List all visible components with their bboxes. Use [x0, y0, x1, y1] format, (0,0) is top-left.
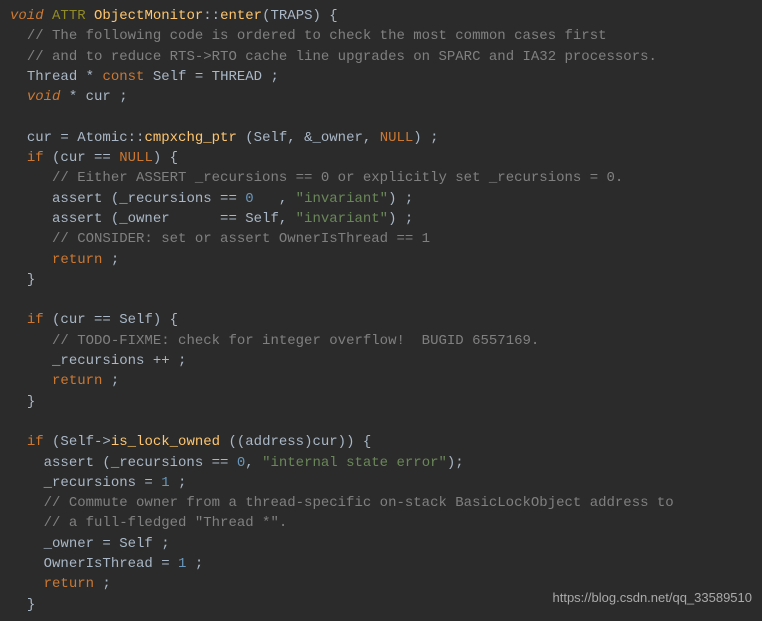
keyword-void: void [27, 89, 61, 105]
args-end: ) ; [413, 130, 438, 146]
keyword-const: const [102, 69, 144, 85]
fn-enter: enter [220, 8, 262, 24]
keyword-if: if [27, 312, 44, 328]
comment: // a full-fledged "Thread *". [44, 515, 288, 531]
comment: // The following code is ordered to chec… [27, 28, 607, 44]
string-literal: "internal state error" [262, 455, 447, 471]
number-literal: 0 [245, 191, 253, 207]
assert-end: ); [447, 455, 464, 471]
assert-end: ) ; [388, 191, 413, 207]
watermark-text: https://blog.csdn.net/qq_33589510 [553, 589, 753, 608]
cond-end: ) { [153, 150, 178, 166]
stmt: _recursions = [44, 475, 162, 491]
semi: ; [170, 475, 187, 491]
comment: // TODO-FIXME: check for integer overflo… [52, 333, 539, 349]
semi: ; [186, 556, 203, 572]
number-literal: 1 [161, 475, 169, 491]
decl-self: Self = THREAD ; [144, 69, 278, 85]
keyword-return: return [52, 252, 102, 268]
assert-sep: , [245, 455, 262, 471]
param-traps: TRAPS [270, 8, 312, 24]
stmt: _owner = Self ; [44, 536, 170, 552]
keyword-if: if [27, 434, 44, 450]
macro-attr: ATTR [52, 8, 86, 24]
assign-cur: cur = Atomic:: [27, 130, 145, 146]
cond: (cur == [44, 150, 120, 166]
assert-call: assert (_owner == Self, [52, 211, 296, 227]
paren-close-brace: ) { [313, 8, 338, 24]
semi: ; [94, 576, 111, 592]
class-name: ObjectMonitor [94, 8, 203, 24]
number-literal: 0 [237, 455, 245, 471]
cond: (cur == Self) { [44, 312, 178, 328]
brace-close: } [27, 597, 35, 613]
assert-call: assert (_recursions == [52, 191, 245, 207]
cond-end: ((address)cur)) { [220, 434, 371, 450]
comment: // and to reduce RTS->RTO cache line upg… [27, 49, 657, 65]
comment: // Either ASSERT _recursions == 0 or exp… [52, 170, 623, 186]
keyword-if: if [27, 150, 44, 166]
cond: (Self-> [44, 434, 111, 450]
semi: ; [102, 252, 119, 268]
decl-cur: * cur ; [60, 89, 127, 105]
null-literal: NULL [119, 150, 153, 166]
keyword-return: return [44, 576, 94, 592]
assert-sep: , [254, 191, 296, 207]
decl-thread: Thread * [27, 69, 103, 85]
fn-is-lock-owned: is_lock_owned [111, 434, 220, 450]
args: (Self, &_owner, [237, 130, 380, 146]
comment: // Commute owner from a thread-specific … [44, 495, 674, 511]
comment: // CONSIDER: set or assert OwnerIsThread… [52, 231, 430, 247]
keyword-return: return [52, 373, 102, 389]
assert-end: ) ; [388, 211, 413, 227]
assert-call: assert (_recursions == [44, 455, 237, 471]
brace-close: } [27, 394, 35, 410]
stmt: _recursions ++ ; [52, 353, 186, 369]
fn-cmpxchg: cmpxchg_ptr [144, 130, 236, 146]
semi: ; [102, 373, 119, 389]
string-literal: "invariant" [296, 191, 388, 207]
string-literal: "invariant" [296, 211, 388, 227]
brace-close: } [27, 272, 35, 288]
null-literal: NULL [380, 130, 414, 146]
scope-op: :: [203, 8, 220, 24]
code-block: void ATTR ObjectMonitor::enter(TRAPS) { … [0, 0, 762, 621]
stmt: OwnerIsThread = [44, 556, 178, 572]
keyword-void: void [10, 8, 44, 24]
